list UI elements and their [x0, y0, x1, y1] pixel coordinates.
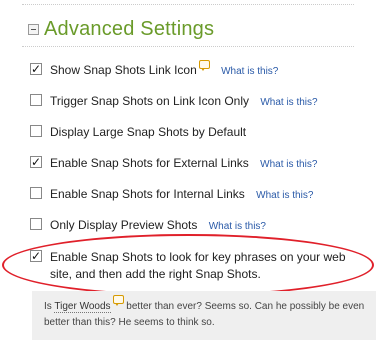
option-key-phrases: Enable Snap Shots to look for key phrase…: [30, 248, 370, 283]
internal-links-label: Enable Snap Shots for Internal Links: [50, 187, 245, 201]
trigger-on-icon-only-checkbox[interactable]: [30, 94, 42, 106]
help-link[interactable]: What is this?: [260, 97, 317, 108]
example-box: Is Tiger Woods better than ever? Seems s…: [32, 291, 376, 340]
snap-shots-link-icon: [112, 295, 124, 306]
preview-shots-only-checkbox[interactable]: [30, 218, 42, 230]
option-internal-links: Enable Snap Shots for Internal Links Wha…: [30, 186, 313, 204]
option-external-links: Enable Snap Shots for External Links Wha…: [30, 154, 317, 173]
option-preview-shots-only: Only Display Preview Shots What is this?: [30, 217, 266, 235]
section-title: Advanced Settings: [44, 17, 215, 40]
help-link[interactable]: What is this?: [256, 190, 313, 201]
large-snap-shots-label: Display Large Snap Shots by Default: [50, 125, 247, 139]
snap-shots-link-icon: [198, 60, 210, 71]
option-trigger-on-icon-only: Trigger Snap Shots on Link Icon Only Wha…: [30, 93, 318, 111]
header-divider: [22, 46, 354, 47]
show-link-icon-checkbox[interactable]: [30, 61, 42, 78]
trigger-on-icon-only-label: Trigger Snap Shots on Link Icon Only: [50, 94, 249, 108]
example-link[interactable]: Tiger Woods: [54, 301, 111, 313]
help-link[interactable]: What is this?: [221, 66, 278, 77]
help-link[interactable]: What is this?: [260, 159, 317, 170]
external-links-checkbox[interactable]: [30, 154, 42, 171]
minus-box-icon[interactable]: [28, 23, 39, 35]
example-prefix: Is: [44, 301, 55, 312]
option-large-snap-shots: Display Large Snap Shots by Default: [30, 124, 246, 141]
external-links-label: Enable Snap Shots for External Links: [50, 156, 249, 170]
section-header: Advanced Settings: [28, 14, 214, 44]
large-snap-shots-checkbox[interactable]: [30, 125, 42, 137]
key-phrases-checkbox[interactable]: [30, 248, 42, 265]
top-divider: [22, 4, 354, 5]
preview-shots-only-label: Only Display Preview Shots: [50, 218, 198, 232]
key-phrases-label: Enable Snap Shots to look for key phrase…: [50, 250, 346, 281]
option-show-link-icon: Show Snap Shots Link Icon What is this?: [30, 60, 278, 80]
internal-links-checkbox[interactable]: [30, 187, 42, 199]
show-link-icon-label: Show Snap Shots Link Icon: [50, 63, 197, 77]
help-link[interactable]: What is this?: [209, 221, 266, 232]
